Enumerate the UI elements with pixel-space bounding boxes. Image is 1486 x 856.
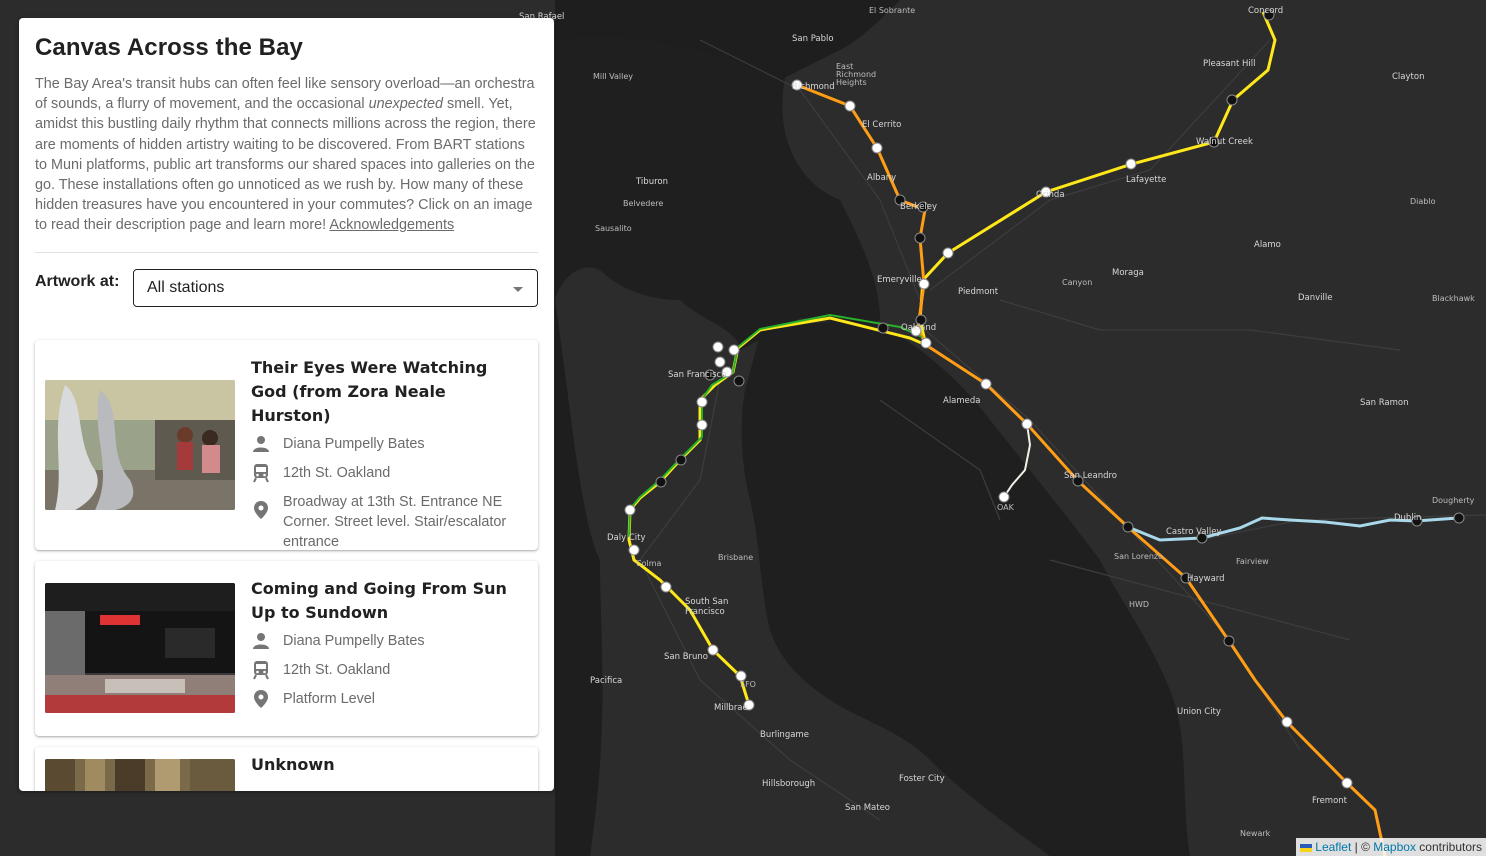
- train-icon: [251, 463, 283, 483]
- place-label: Daly City: [607, 533, 646, 543]
- leaflet-link[interactable]: Leaflet: [1315, 840, 1351, 854]
- location-text: Broadway at 13th St. Entrance NE Corner.…: [283, 494, 507, 550]
- artwork-location: Broadway at 13th St. Entrance NE Corner.…: [251, 492, 526, 552]
- ukraine-flag-icon: [1300, 844, 1313, 852]
- attribution-separator: | ©: [1351, 840, 1374, 854]
- artwork-title[interactable]: Coming and Going From Sun Up to Sundown: [251, 577, 526, 625]
- place-label: Piedmont: [958, 287, 999, 297]
- station-select-value: All stations: [147, 278, 225, 296]
- intro-text: The Bay Area's transit hubs can often fe…: [35, 74, 538, 236]
- place-label: Hillsborough: [762, 779, 816, 789]
- artwork-station: 12th St. Oakland: [251, 463, 526, 483]
- station-select[interactable]: All stations: [133, 268, 538, 307]
- station-filter: Artwork at: All stations: [35, 253, 538, 307]
- place-label: Brisbane: [718, 553, 754, 562]
- place-label: South San Francisco: [685, 597, 729, 617]
- map-pin-icon: [251, 500, 283, 520]
- place-label: Blackhawk: [1432, 294, 1475, 303]
- place-label: Lafayette: [1126, 175, 1167, 185]
- place-label: Tiburon: [636, 177, 668, 187]
- place-label: San Bruno: [664, 652, 708, 662]
- station-name: 12th St. Oakland: [283, 662, 391, 678]
- station-name: 12th St. Oakland: [283, 465, 391, 481]
- place-label: El Cerrito: [862, 120, 902, 130]
- place-label: Belvedere: [623, 199, 664, 208]
- place-label: Richmond: [792, 82, 835, 92]
- map-attribution: Leaflet | © Mapbox contributors: [1296, 838, 1486, 856]
- artist-name: Diana Pumpelly Bates: [283, 436, 425, 452]
- place-label: Emeryville: [877, 275, 922, 285]
- place-label: Dublin: [1394, 513, 1422, 523]
- intro-suffix: smell. Yet, amidst this bustling daily r…: [35, 96, 536, 234]
- place-label: San Leandro: [1064, 471, 1118, 481]
- place-label: Fairview: [1236, 557, 1269, 566]
- place-label: Clayton: [1392, 72, 1425, 82]
- place-label: Pacifica: [590, 676, 623, 686]
- place-label: Oakland: [901, 323, 937, 333]
- artwork-list: Their Eyes Were Watching God (from Zora …: [35, 340, 538, 791]
- place-label: Newark: [1240, 829, 1271, 838]
- place-label: Concord: [1248, 6, 1284, 16]
- place-label: Alamo: [1254, 240, 1281, 250]
- artwork-title[interactable]: Their Eyes Were Watching God (from Zora …: [251, 356, 526, 428]
- place-label: Berkeley: [900, 202, 938, 212]
- place-label: El Sobrante: [869, 6, 916, 15]
- place-label: Canyon: [1062, 278, 1093, 287]
- artwork-card[interactable]: Coming and Going From Sun Up to Sundown …: [35, 561, 538, 736]
- place-label: Albany: [867, 173, 897, 183]
- person-icon: [251, 434, 283, 454]
- side-panel: Canvas Across the Bay The Bay Area's tra…: [19, 18, 554, 791]
- place-label: HWD: [1129, 600, 1150, 609]
- place-label: Hayward: [1187, 574, 1225, 584]
- place-label: Pleasant Hill: [1203, 59, 1256, 69]
- place-label: Foster City: [899, 774, 945, 784]
- place-label: Alameda: [943, 396, 981, 406]
- place-label: East Richmond Heights: [836, 62, 877, 87]
- place-label: Mill Valley: [593, 72, 633, 81]
- place-label: San Lorenzo: [1114, 552, 1164, 561]
- place-label: Diablo: [1410, 197, 1436, 206]
- artwork-thumbnail[interactable]: [45, 583, 235, 713]
- location-text: Platform Level: [283, 691, 375, 707]
- place-label: Millbrae: [714, 703, 748, 713]
- artwork-artist: Diana Pumpelly Bates: [251, 631, 526, 651]
- artwork-thumbnail[interactable]: [45, 759, 235, 791]
- place-label: San Francisco: [668, 370, 727, 380]
- filter-label: Artwork at:: [35, 272, 120, 290]
- place-label: Dougherty: [1432, 496, 1475, 505]
- person-icon: [251, 631, 283, 651]
- place-label: Castro Valley: [1166, 527, 1222, 537]
- place-label: SFO: [740, 680, 756, 689]
- mapbox-link[interactable]: Mapbox: [1373, 840, 1416, 854]
- place-label: Orinda: [1036, 190, 1065, 200]
- place-label: Burlingame: [760, 730, 809, 740]
- place-label: Moraga: [1112, 268, 1144, 278]
- place-label: Sausalito: [595, 224, 632, 233]
- artwork-artist: Diana Pumpelly Bates: [251, 434, 526, 454]
- page-title: Canvas Across the Bay: [35, 34, 303, 61]
- place-label: Fremont: [1312, 796, 1348, 806]
- artwork-station: 12th St. Oakland: [251, 660, 526, 680]
- place-label: Walnut Creek: [1196, 137, 1253, 147]
- place-label: San Pablo: [792, 34, 834, 44]
- train-icon: [251, 660, 283, 680]
- artwork-card[interactable]: Their Eyes Were Watching God (from Zora …: [35, 340, 538, 550]
- place-label: Union City: [1177, 707, 1221, 717]
- map-pin-icon: [251, 689, 283, 709]
- place-label: OAK: [997, 503, 1014, 512]
- chevron-down-icon: [513, 286, 523, 292]
- place-label: Danville: [1298, 293, 1333, 303]
- intro-emphasis: unexpected: [368, 96, 443, 113]
- artwork-card[interactable]: Unknown: [35, 747, 538, 791]
- place-label: San Ramon: [1360, 398, 1409, 408]
- artwork-title[interactable]: Unknown: [251, 753, 526, 777]
- acknowledgements-link[interactable]: Acknowledgements: [329, 217, 454, 233]
- place-label: San Mateo: [845, 803, 890, 813]
- artwork-thumbnail[interactable]: [45, 380, 235, 510]
- artist-name: Diana Pumpelly Bates: [283, 633, 425, 649]
- artwork-location: Platform Level: [251, 689, 526, 709]
- attribution-suffix: contributors: [1415, 840, 1482, 854]
- place-label: Colma: [636, 559, 662, 568]
